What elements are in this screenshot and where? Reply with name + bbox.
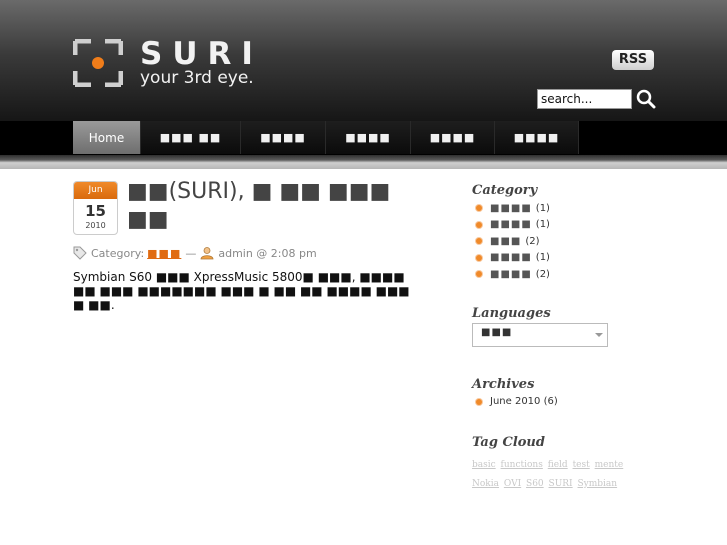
category-item[interactable]: ■■■■ (1) — [476, 217, 550, 234]
language-selected: ■■■ — [481, 327, 513, 338]
date-badge: Jun 15 2010 — [73, 181, 118, 235]
meta-separator: — — [185, 246, 197, 260]
nav-item-home[interactable]: Home — [73, 121, 141, 154]
nav-item-3[interactable]: ■■■■ — [241, 121, 326, 154]
post-body: Symbian S60 ■■■ XpressMusic 5800■ ■■■, ■… — [73, 270, 410, 312]
user-icon — [200, 247, 214, 260]
nav-item-2[interactable]: ■■■ ■■ — [141, 121, 241, 154]
date-month: Jun — [74, 182, 117, 199]
archive-item[interactable]: June 2010 (6) — [476, 396, 558, 407]
bullet-icon — [476, 221, 482, 228]
archives-widget-title: Archives — [472, 377, 535, 392]
site-header: SURI your 3rd eye. RSS search... — [0, 0, 727, 121]
bullet-icon — [476, 398, 482, 405]
archive-link[interactable]: June 2010 (6) — [490, 396, 558, 407]
tag-link[interactable]: Symbian — [578, 479, 618, 489]
tag-icon — [73, 246, 87, 260]
brand-tagline: your 3rd eye. — [140, 68, 254, 88]
nav-item-4[interactable]: ■■■■ — [326, 121, 411, 154]
bullet-icon — [476, 271, 482, 278]
tag-link[interactable]: OVI — [504, 479, 521, 489]
tag-link[interactable]: Nokia — [472, 479, 499, 489]
bullet-icon — [476, 238, 482, 245]
tag-cloud: basic functions field test mente Nokia O… — [472, 456, 647, 494]
search-input[interactable]: search... — [537, 89, 632, 109]
category-item[interactable]: ■■■ (2) — [476, 233, 550, 250]
tag-link[interactable]: mente — [595, 460, 624, 470]
header-divider — [0, 155, 727, 169]
brand-name[interactable]: SURI — [140, 36, 263, 72]
main-nav: Home ■■■ ■■ ■■■■ ■■■■ ■■■■ ■■■■ — [0, 121, 727, 155]
tag-link[interactable]: SURI — [549, 479, 573, 489]
date-day: 15 — [85, 202, 106, 220]
bullet-icon — [476, 254, 482, 261]
category-link[interactable]: ■■■ — [147, 247, 181, 260]
rss-button[interactable]: RSS — [612, 50, 654, 70]
tag-link[interactable]: S60 — [526, 479, 544, 489]
category-list: ■■■■ (1) ■■■■ (1) ■■■ (2) ■■■■ (1) ■■■■ (2) — [476, 200, 550, 283]
date-year: 2010 — [85, 221, 106, 230]
bullet-icon — [476, 205, 482, 212]
tag-link[interactable]: test — [573, 460, 590, 470]
category-widget-title: Category — [472, 183, 538, 198]
language-select[interactable]: ■■■ — [472, 323, 608, 347]
tag-cloud-widget-title: Tag Cloud — [472, 435, 545, 450]
category-item[interactable]: ■■■■ (1) — [476, 200, 550, 217]
logo-icon[interactable] — [73, 39, 123, 87]
nav-item-6[interactable]: ■■■■ — [495, 121, 579, 154]
tag-link[interactable]: field — [548, 460, 568, 470]
tag-link[interactable]: basic — [472, 460, 496, 470]
search-icon[interactable] — [636, 89, 656, 109]
chevron-down-icon — [595, 333, 603, 337]
tag-link[interactable]: functions — [501, 460, 543, 470]
author-time: admin @ 2:08 pm — [218, 246, 317, 260]
category-prefix: Category: — [91, 246, 145, 260]
post-meta: Category: ■■■ — admin @ 2:08 pm — [73, 246, 317, 260]
languages-widget-title: Languages — [472, 306, 551, 321]
category-item[interactable]: ■■■■ (2) — [476, 266, 550, 283]
nav-item-5[interactable]: ■■■■ — [411, 121, 495, 154]
post-title[interactable]: ■■(SURI), ■ ■■ ■■■ ■■ — [127, 178, 417, 234]
category-item[interactable]: ■■■■ (1) — [476, 250, 550, 267]
